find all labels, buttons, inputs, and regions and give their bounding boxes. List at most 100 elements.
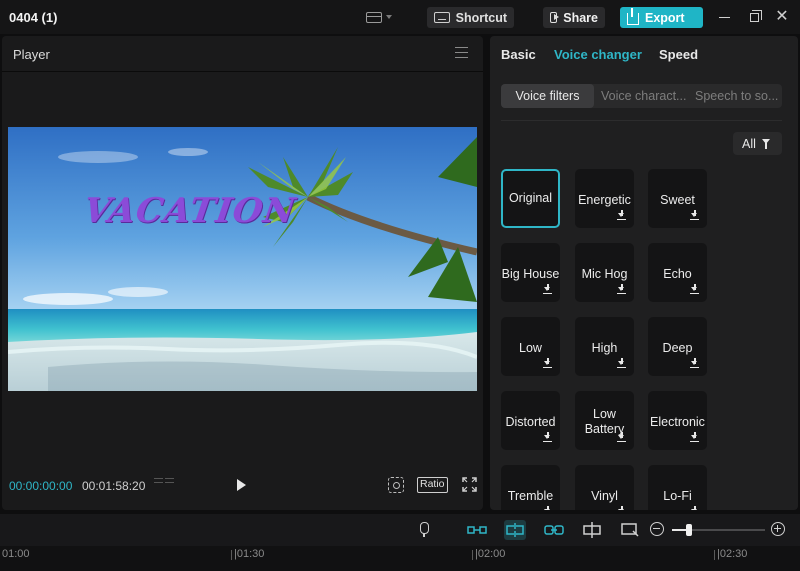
card-label: Electronic bbox=[650, 415, 705, 429]
timecode-grid-icon[interactable] bbox=[154, 478, 174, 492]
subtab-speech-to-song[interactable]: Speech to so... bbox=[695, 84, 782, 108]
card-label: Deep bbox=[662, 341, 693, 355]
play-icon[interactable] bbox=[237, 479, 246, 491]
card-label: Vinyl bbox=[591, 489, 618, 503]
total-duration: 00:01:58:20 bbox=[82, 479, 146, 493]
download-icon bbox=[690, 432, 699, 442]
shortcut-button[interactable]: Shortcut bbox=[427, 7, 514, 28]
voice-card-deep[interactable]: Deep bbox=[648, 317, 707, 376]
zoom-out-icon[interactable] bbox=[650, 522, 664, 536]
card-label: Sweet bbox=[660, 193, 695, 207]
card-label: Energetic bbox=[578, 193, 631, 207]
timeline-toolbar bbox=[0, 514, 800, 546]
download-icon bbox=[617, 506, 626, 510]
voice-subtabs: Voice filters Voice charact... Speech to… bbox=[501, 84, 782, 108]
card-label: Tremble bbox=[507, 489, 554, 503]
tab-voice-changer[interactable]: Voice changer bbox=[554, 47, 642, 62]
subtab-voice-filters[interactable]: Voice filters bbox=[501, 84, 594, 108]
microphone-icon[interactable] bbox=[415, 522, 433, 538]
download-icon bbox=[617, 284, 626, 294]
minimize-button[interactable] bbox=[716, 9, 732, 25]
fullscreen-icon[interactable] bbox=[462, 477, 477, 492]
voice-card-tremble[interactable]: Tremble bbox=[501, 465, 560, 510]
download-icon bbox=[690, 284, 699, 294]
title-bar: 0404 (1) Shortcut Share Export ✕ bbox=[0, 0, 800, 34]
keyboard-icon bbox=[434, 12, 450, 23]
voice-card-original[interactable]: Original bbox=[501, 169, 560, 228]
minimize-icon bbox=[718, 16, 730, 18]
card-label: Original bbox=[508, 191, 553, 205]
restore-button[interactable] bbox=[746, 9, 762, 25]
card-label: Low bbox=[519, 341, 542, 355]
ruler-label: |02:30 bbox=[713, 548, 748, 560]
download-icon bbox=[543, 358, 552, 368]
player-panel: Player VACATION 00:00:00:00 00:01:58:20 … bbox=[2, 36, 483, 510]
filter-all-button[interactable]: All bbox=[733, 132, 782, 155]
layout-button[interactable] bbox=[366, 9, 396, 25]
card-label: High bbox=[591, 341, 618, 355]
export-label: Export bbox=[645, 10, 685, 25]
current-time: 00:00:00:00 bbox=[9, 479, 73, 493]
voice-card-low-battery[interactable]: Low Battery bbox=[575, 391, 634, 450]
export-icon bbox=[627, 7, 639, 25]
zoom-slider[interactable] bbox=[672, 524, 765, 536]
voice-card-mic-hog[interactable]: Mic Hog bbox=[575, 243, 634, 302]
voice-card-electronic[interactable]: Electronic bbox=[648, 391, 707, 450]
download-icon bbox=[543, 284, 552, 294]
filter-icon bbox=[761, 138, 773, 149]
tab-speed[interactable]: Speed bbox=[659, 47, 698, 62]
subtab-voice-characters[interactable]: Voice charact... bbox=[601, 84, 687, 108]
close-button[interactable]: ✕ bbox=[774, 9, 790, 25]
hamburger-menu-icon[interactable] bbox=[455, 47, 468, 58]
magnet-snap-icon[interactable] bbox=[504, 520, 526, 540]
zoom-in-icon[interactable] bbox=[771, 522, 785, 536]
link-main-track-icon[interactable] bbox=[466, 520, 488, 540]
restore-icon bbox=[749, 9, 762, 22]
vacation-overlay-text: VACATION bbox=[81, 191, 299, 231]
linkage-icon[interactable] bbox=[543, 520, 565, 540]
project-title: 0404 (1) bbox=[9, 10, 58, 25]
player-title: Player bbox=[13, 47, 50, 62]
export-button[interactable]: Export bbox=[620, 7, 703, 28]
share-label: Share bbox=[563, 10, 598, 25]
card-label: Echo bbox=[663, 267, 692, 281]
download-icon bbox=[543, 432, 552, 442]
voice-card-distorted[interactable]: Distorted bbox=[501, 391, 560, 450]
download-icon bbox=[690, 210, 699, 220]
shortcut-label: Shortcut bbox=[455, 10, 507, 25]
voice-card-sweet[interactable]: Sweet bbox=[648, 169, 707, 228]
share-icon bbox=[550, 12, 560, 23]
filter-all-label: All bbox=[742, 136, 756, 151]
download-icon bbox=[617, 358, 626, 368]
voice-card-energetic[interactable]: Energetic bbox=[575, 169, 634, 228]
zoom-slider-knob[interactable] bbox=[686, 524, 692, 536]
download-icon bbox=[617, 432, 626, 442]
frame-focus-icon[interactable] bbox=[388, 477, 404, 493]
voice-card-echo[interactable]: Echo bbox=[648, 243, 707, 302]
panel-divider bbox=[501, 120, 782, 121]
voice-panel: Basic Voice changer Speed Voice filters … bbox=[490, 36, 798, 510]
voice-card-high[interactable]: High bbox=[575, 317, 634, 376]
card-label: Lo-Fi bbox=[663, 489, 692, 503]
layout-icon bbox=[366, 11, 382, 23]
voice-card-big-house[interactable]: Big House bbox=[501, 243, 560, 302]
download-icon bbox=[690, 358, 699, 368]
chevron-down-icon bbox=[386, 15, 392, 19]
close-icon: ✕ bbox=[775, 8, 789, 25]
tab-basic[interactable]: Basic bbox=[501, 47, 536, 62]
card-label: Mic Hog bbox=[581, 267, 628, 281]
ruler-label: |02:00 bbox=[471, 548, 506, 560]
voice-card-low[interactable]: Low bbox=[501, 317, 560, 376]
download-icon bbox=[543, 506, 552, 510]
video-preview[interactable]: VACATION bbox=[8, 127, 477, 391]
voice-card-vinyl[interactable]: Vinyl bbox=[575, 465, 634, 510]
voice-card-lo-fi[interactable]: Lo-Fi bbox=[648, 465, 707, 510]
download-icon bbox=[617, 210, 626, 220]
preview-axis-icon[interactable] bbox=[619, 520, 641, 540]
share-button[interactable]: Share bbox=[543, 7, 605, 28]
player-controls: 00:00:00:00 00:01:58:20 Ratio bbox=[2, 474, 483, 496]
ratio-button[interactable]: Ratio bbox=[417, 477, 448, 493]
beach-scene-image bbox=[8, 127, 477, 391]
split-icon[interactable] bbox=[581, 520, 603, 540]
timeline-ruler[interactable]: 01:00 |01:30 |02:00 |02:30 bbox=[0, 546, 800, 571]
